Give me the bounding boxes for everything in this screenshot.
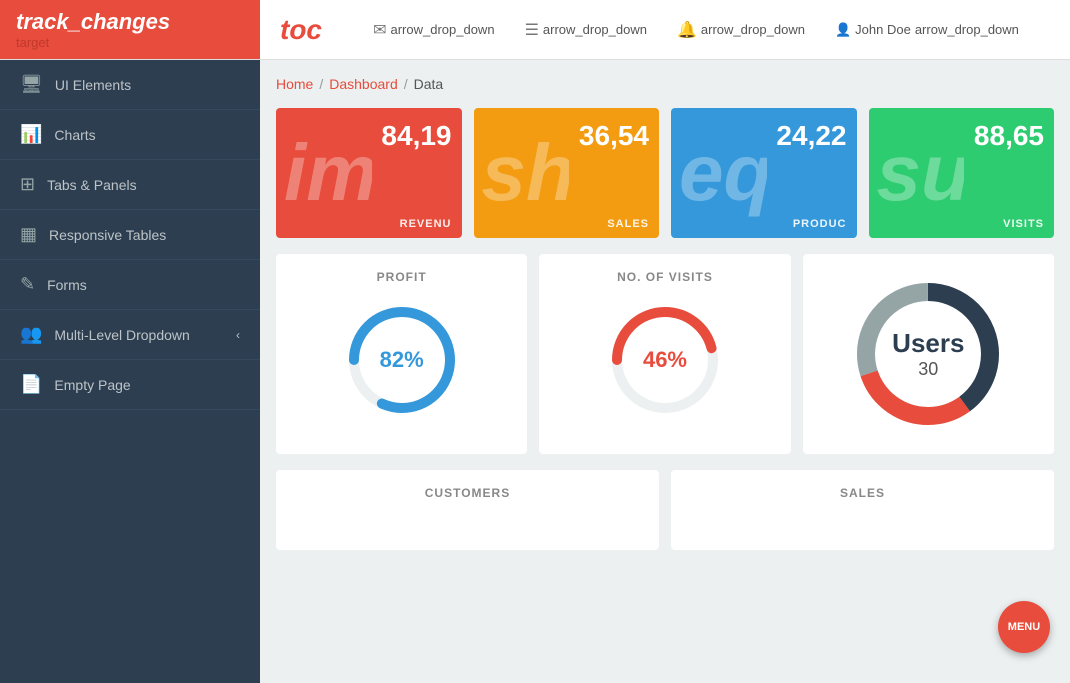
user-dropdown-icon: arrow_drop_down bbox=[915, 22, 1019, 37]
sidebar-item-forms[interactable]: ✎ Forms bbox=[0, 260, 260, 310]
customers-title: CUSTOMERS bbox=[425, 486, 510, 500]
user-name: John Doe bbox=[855, 22, 911, 37]
donut-users: Users 30 bbox=[803, 254, 1054, 454]
table-icon: ▦ bbox=[20, 224, 37, 245]
donut-users-chart: Users 30 bbox=[848, 274, 1008, 434]
sidebar-label-empty-page: Empty Page bbox=[54, 377, 130, 393]
menu-fab-button[interactable]: MENU bbox=[998, 601, 1050, 653]
stat-card-sales-bg: sho bbox=[474, 108, 570, 238]
stat-card-revenue: imp 84,19 REVENU bbox=[276, 108, 462, 238]
sidebar-item-multilevel-dropdown[interactable]: 👥 Multi-Level Dropdown ‹ bbox=[0, 310, 260, 360]
donut-profit-title: PROFIT bbox=[377, 270, 427, 284]
sidebar-item-tabs-panels[interactable]: ⊞ Tabs & Panels bbox=[0, 160, 260, 210]
header: track_changes target toc ✉ arrow_drop_do… bbox=[0, 0, 1070, 60]
sidebar-label-tables: Responsive Tables bbox=[49, 227, 166, 243]
main-content: Home / Dashboard / Data imp 84,19 REVENU… bbox=[260, 60, 1070, 683]
sidebar-item-ui-elements[interactable]: 🖥 UI Elements bbox=[0, 60, 260, 110]
stat-card-sales-label: SALES bbox=[607, 218, 649, 230]
bell-icon: 🔔 bbox=[677, 20, 697, 40]
chart-icon: 📊 bbox=[20, 124, 42, 145]
logo-subtitle: target bbox=[16, 35, 170, 50]
breadcrumb-home[interactable]: Home bbox=[276, 76, 313, 92]
chevron-left-icon: ‹ bbox=[236, 328, 240, 342]
sidebar-item-responsive-tables[interactable]: ▦ Responsive Tables bbox=[0, 210, 260, 260]
stat-card-revenue-bg: imp bbox=[276, 108, 372, 238]
stat-card-products-number: 24,22 bbox=[776, 120, 846, 152]
stat-card-revenue-number: 84,19 bbox=[381, 120, 451, 152]
donut-profit: PROFIT 82% bbox=[276, 254, 527, 454]
breadcrumb-dashboard[interactable]: Dashboard bbox=[329, 76, 398, 92]
users-count: 30 bbox=[892, 359, 964, 380]
donut-row: PROFIT 82% NO. OF VISITS 46% bbox=[276, 254, 1054, 454]
breadcrumb-sep2: / bbox=[404, 76, 408, 92]
stat-card-products-label: PRODUC bbox=[793, 218, 847, 230]
donut-profit-chart: 82% bbox=[342, 300, 462, 420]
header-nav: ✉ arrow_drop_down ☰ arrow_drop_down 🔔 ar… bbox=[342, 20, 1070, 40]
stat-cards: imp 84,19 REVENU sho 36,54 SALES equ 24,… bbox=[276, 108, 1054, 238]
nav-bell[interactable]: 🔔 arrow_drop_down bbox=[677, 20, 805, 40]
sidebar-item-empty-page[interactable]: 📄 Empty Page bbox=[0, 360, 260, 410]
nav-menu-label: arrow_drop_down bbox=[543, 22, 647, 37]
sidebar-label-charts: Charts bbox=[54, 127, 95, 143]
nav-mail-label: arrow_drop_down bbox=[390, 22, 494, 37]
donut-visits: NO. OF VISITS 46% bbox=[539, 254, 790, 454]
breadcrumb-sep1: / bbox=[319, 76, 323, 92]
bottom-card-customers: CUSTOMERS bbox=[276, 470, 659, 550]
sidebar-label-ui-elements: UI Elements bbox=[55, 77, 131, 93]
forms-icon: ✎ bbox=[20, 274, 35, 295]
sidebar-item-charts[interactable]: 📊 Charts bbox=[0, 110, 260, 160]
breadcrumb-current: Data bbox=[414, 76, 444, 92]
page-icon: 📄 bbox=[20, 374, 42, 395]
stat-card-sales: sho 36,54 SALES bbox=[474, 108, 660, 238]
donut-profit-value: 82% bbox=[380, 347, 424, 373]
sidebar-label-forms: Forms bbox=[47, 277, 87, 293]
toc-brand: toc bbox=[260, 14, 342, 46]
sales-title: SALES bbox=[840, 486, 885, 500]
mail-icon: ✉ bbox=[373, 20, 386, 40]
user-icon: 👤 bbox=[835, 22, 851, 38]
nav-mail[interactable]: ✉ arrow_drop_down bbox=[373, 20, 494, 40]
stat-card-products: equ 24,22 PRODUC bbox=[671, 108, 857, 238]
nav-user[interactable]: 👤 John Doe arrow_drop_down bbox=[835, 22, 1019, 38]
bottom-row: CUSTOMERS SALES bbox=[276, 470, 1054, 550]
breadcrumb: Home / Dashboard / Data bbox=[276, 76, 1054, 92]
donut-visits-value: 46% bbox=[643, 347, 687, 373]
sidebar: 🖥 UI Elements 📊 Charts ⊞ Tabs & Panels ▦… bbox=[0, 60, 260, 683]
nav-bell-label: arrow_drop_down bbox=[701, 22, 805, 37]
sidebar-label-tabs: Tabs & Panels bbox=[47, 177, 137, 193]
bottom-card-sales: SALES bbox=[671, 470, 1054, 550]
stat-card-products-bg: equ bbox=[671, 108, 767, 238]
menu-fab-label: MENU bbox=[1008, 621, 1040, 633]
stat-card-revenue-label: REVENU bbox=[400, 218, 452, 230]
users-label: Users 30 bbox=[892, 328, 964, 380]
stat-card-visits-label: VISITS bbox=[1003, 218, 1044, 230]
donut-visits-chart: 46% bbox=[605, 300, 725, 420]
tabs-icon: ⊞ bbox=[20, 174, 35, 195]
stat-card-visits: sup 88,65 VISITS bbox=[869, 108, 1055, 238]
sidebar-label-dropdown: Multi-Level Dropdown bbox=[54, 327, 189, 343]
stat-card-sales-number: 36,54 bbox=[579, 120, 649, 152]
monitor-icon: 🖥 bbox=[20, 74, 43, 95]
nav-menu[interactable]: ☰ arrow_drop_down bbox=[525, 20, 647, 40]
logo-area: track_changes target bbox=[0, 0, 260, 59]
donut-visits-title: NO. OF VISITS bbox=[617, 270, 713, 284]
stat-card-visits-number: 88,65 bbox=[974, 120, 1044, 152]
users-title: Users bbox=[892, 328, 964, 359]
menu-icon: ☰ bbox=[525, 20, 539, 40]
dropdown-icon: 👥 bbox=[20, 324, 42, 345]
stat-card-visits-bg: sup bbox=[869, 108, 965, 238]
logo-text: track_changes bbox=[16, 9, 170, 34]
